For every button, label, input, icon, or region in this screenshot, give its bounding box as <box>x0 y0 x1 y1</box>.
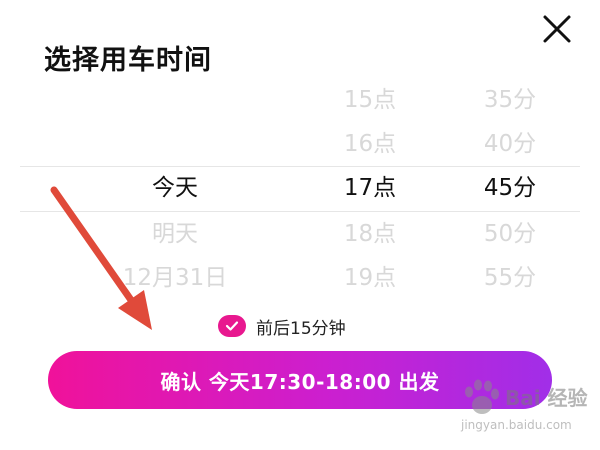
hour-option-selected[interactable]: 17点 <box>320 166 420 210</box>
minute-option[interactable]: 40分 <box>450 122 570 166</box>
hour-option[interactable]: 18点 <box>320 212 420 256</box>
watermark-url: jingyan.baidu.com <box>461 418 572 432</box>
baidu-paw-icon <box>465 379 499 414</box>
flex-time-checkbox[interactable] <box>218 315 246 337</box>
watermark-text: Bai 经验 <box>505 386 588 410</box>
close-icon <box>543 15 571 43</box>
hour-option[interactable]: 15点 <box>320 78 420 122</box>
hour-option[interactable]: 16点 <box>320 122 420 166</box>
minute-option[interactable]: 55分 <box>450 256 570 300</box>
flex-time-label: 前后15分钟 <box>256 318 346 339</box>
minute-option[interactable]: 50分 <box>450 212 570 256</box>
day-option[interactable] <box>60 122 290 166</box>
minute-option[interactable]: 35分 <box>450 78 570 122</box>
minute-column[interactable]: 35分 40分 45分 50分 55分 <box>450 78 570 300</box>
flex-time-option[interactable]: 前后15分钟 <box>218 312 346 340</box>
close-button[interactable] <box>538 10 576 48</box>
annotation-arrow-icon <box>50 186 152 330</box>
hour-option[interactable]: 19点 <box>320 256 420 300</box>
minute-option-selected[interactable]: 45分 <box>450 166 570 210</box>
day-option[interactable] <box>60 78 290 122</box>
hour-column[interactable]: 15点 16点 17点 18点 19点 <box>320 78 420 300</box>
watermark: Bai 经验 jingyan.baidu.com <box>455 376 595 446</box>
check-icon <box>225 321 239 331</box>
page-title: 选择用车时间 <box>44 45 212 76</box>
